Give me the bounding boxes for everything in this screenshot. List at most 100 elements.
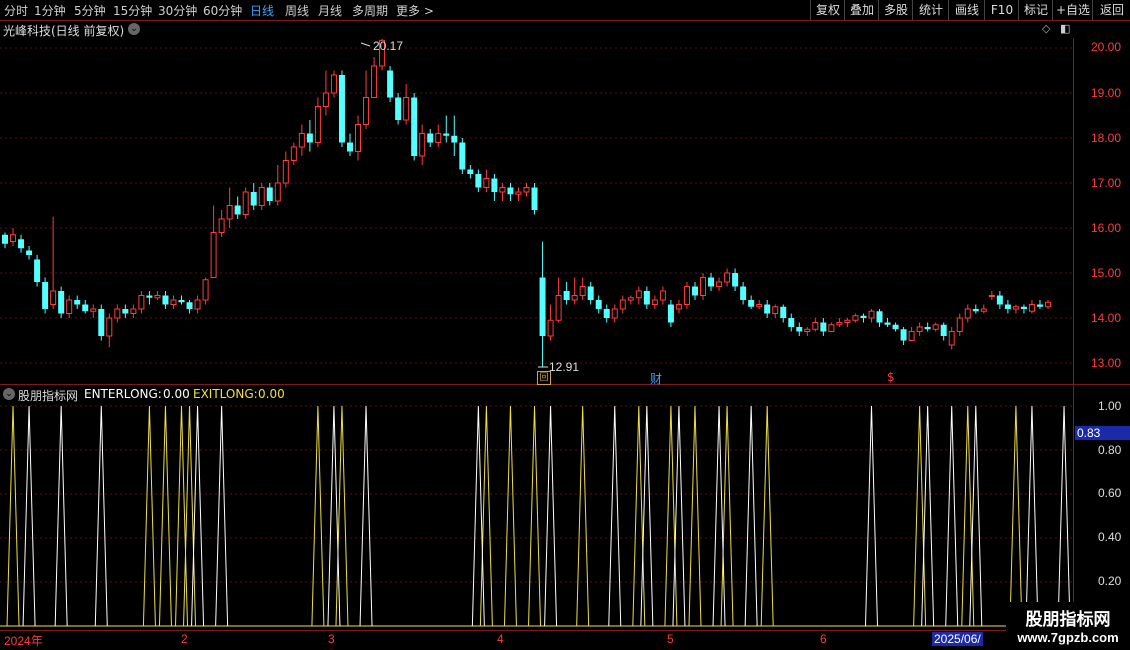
candle-body-up (322, 92, 329, 107)
candle-body-up (547, 319, 554, 337)
candle-body-down (924, 327, 931, 330)
date-tick: 5 (667, 632, 674, 646)
enterlong-spike (22, 405, 36, 627)
exitlong-spike (479, 405, 493, 627)
candle-body-up (282, 160, 289, 184)
enterlong-spike (640, 405, 654, 627)
candle-body-down (740, 286, 747, 300)
candle-body-up (202, 279, 209, 301)
candle-body-down (18, 239, 25, 249)
candle-body-up (828, 324, 835, 332)
candle-body-down (1036, 304, 1043, 307)
candle-body-up (515, 191, 522, 195)
candle-body-down (539, 277, 546, 336)
high-annotation (360, 42, 371, 47)
candle-body-up (868, 310, 875, 319)
candle-body-up (66, 299, 73, 314)
candle-body-up (700, 277, 707, 296)
candle-body-down (780, 306, 787, 318)
candle-body-up (274, 182, 281, 202)
candle-body-down (122, 309, 129, 314)
candle-body-up (683, 286, 690, 305)
enterlong-value: 0.00 (163, 387, 190, 401)
candle-body-up (50, 290, 57, 305)
candle-body-down (250, 192, 257, 206)
enterlong-spike (864, 405, 878, 627)
enterlong-spike (608, 405, 622, 627)
candle-body-up (330, 74, 337, 94)
candle-body-up (403, 97, 410, 121)
enterlong-spike (359, 405, 373, 627)
candle-body-down (346, 142, 353, 152)
exitlong-spike (760, 405, 774, 627)
candle-body-down (788, 318, 795, 327)
indicator-tick: 0.80 (1098, 443, 1122, 457)
candle-body-up (844, 319, 851, 323)
event-marker-cai[interactable]: 财 (650, 370, 662, 387)
candle-body-down (876, 311, 883, 323)
candle-body-down (796, 327, 803, 332)
candle-body-up (194, 299, 201, 310)
candle-body-up (772, 306, 779, 314)
candle-body-down (764, 304, 771, 314)
exitlong-spike (335, 405, 349, 627)
candle-body-up (170, 299, 177, 305)
candle-body-up (988, 295, 995, 297)
candle-body-up (571, 295, 578, 301)
date-tick: 3 (328, 632, 335, 646)
event-marker-dollar[interactable]: $ (887, 370, 895, 384)
candle-body-up (555, 295, 562, 321)
enterlong-spike (969, 405, 983, 627)
candle-body-down (820, 322, 827, 332)
candle-body-down (475, 174, 482, 188)
indicator-tick: 0.20 (1098, 574, 1122, 588)
indicator-signals (0, 405, 1073, 627)
candle-body-down (26, 250, 33, 255)
enterlong-spike (471, 405, 485, 627)
candle-body-up (298, 133, 305, 148)
candle-body-down (708, 277, 715, 287)
candle-body-up (154, 295, 161, 299)
exitlong-spike (6, 405, 20, 627)
exitlong-spike (913, 405, 927, 627)
candle-body-up (314, 106, 321, 143)
candle-body-up (218, 218, 225, 233)
candle-body-down (892, 324, 899, 330)
exitlong-spike (311, 405, 325, 627)
price-tick: 20.00 (1091, 40, 1122, 54)
price-tick: 15.00 (1091, 266, 1122, 280)
enterlong-spike (327, 405, 341, 627)
candle-body-down (411, 97, 418, 156)
candle-body-down (603, 309, 610, 318)
chevron-down-icon[interactable]: ⌄ (3, 388, 15, 400)
price-tick: 16.00 (1091, 221, 1122, 235)
candle-body-up (363, 97, 370, 125)
candle-body-up (635, 290, 642, 299)
candle-body-down (1020, 306, 1027, 309)
candle-body-up (90, 308, 97, 312)
candle-body-up (852, 315, 859, 321)
candle-body-down (667, 304, 674, 323)
candle-body-up (627, 297, 634, 301)
candle-body-up (258, 187, 265, 206)
candle-body-up (651, 299, 658, 305)
candle-body-down (748, 300, 755, 307)
candle-body-up (611, 308, 618, 319)
watermark-url: www.7gpzb.com (1017, 630, 1119, 645)
candle-body-up (499, 187, 506, 193)
candle-body-up (964, 308, 971, 319)
candle-body-down (691, 286, 698, 296)
candle-body-down (531, 187, 538, 210)
candle-body-down (451, 135, 458, 143)
candle-body-down (443, 133, 450, 136)
current-value-badge: 0.83 (1075, 426, 1130, 440)
event-marker-hui[interactable]: 回 (537, 371, 551, 385)
candle-body-down (996, 295, 1003, 305)
exitlong-spike (961, 405, 975, 627)
candle-body-down (266, 187, 273, 201)
candle-body-up (290, 146, 297, 161)
pane-divider (0, 384, 1130, 385)
watermark-brand: 股朋指标网 (1025, 610, 1111, 630)
candle-body-up (980, 308, 987, 312)
candle-body-down (563, 291, 570, 300)
